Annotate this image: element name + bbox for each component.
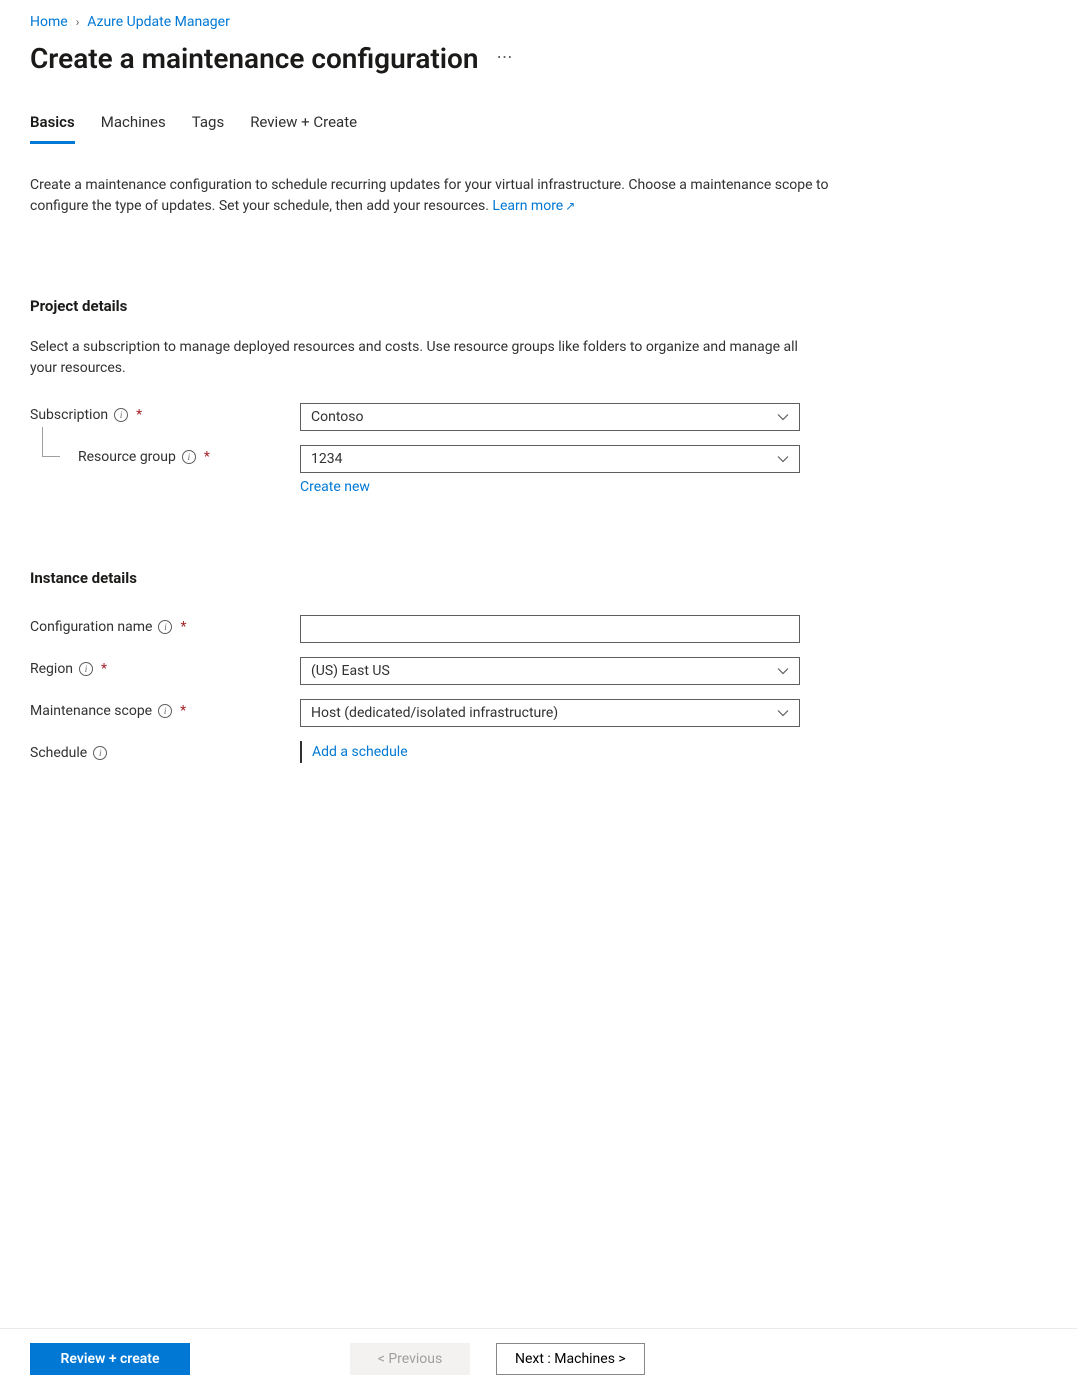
breadcrumb-home[interactable]: Home [30, 14, 68, 30]
maintenance-scope-select[interactable]: Host (dedicated/isolated infrastructure) [300, 699, 800, 727]
previous-button: < Previous [350, 1343, 470, 1375]
required-indicator: * [180, 619, 186, 635]
chevron-right-icon: › [76, 15, 80, 29]
region-label: Region i * [30, 657, 300, 677]
next-button[interactable]: Next : Machines > [496, 1343, 645, 1375]
learn-more-link[interactable]: Learn more↗ [492, 198, 575, 214]
required-indicator: * [204, 449, 210, 465]
resource-group-label: Resource group i * [30, 445, 300, 465]
maintenance-scope-label: Maintenance scope i * [30, 699, 300, 719]
tab-tags[interactable]: Tags [192, 113, 224, 144]
section-project-details: Project details Select a subscription to… [30, 297, 1047, 509]
subscription-select[interactable]: Contoso [300, 403, 800, 431]
breadcrumb: Home › Azure Update Manager [30, 14, 1047, 30]
tab-machines[interactable]: Machines [101, 113, 166, 144]
required-indicator: * [180, 703, 186, 719]
tab-basics[interactable]: Basics [30, 113, 75, 144]
required-indicator: * [136, 407, 142, 423]
project-details-title: Project details [30, 297, 1047, 315]
info-icon[interactable]: i [93, 746, 107, 760]
breadcrumb-parent[interactable]: Azure Update Manager [87, 14, 230, 30]
project-details-desc: Select a subscription to manage deployed… [30, 337, 810, 379]
footer: Review + create < Previous Next : Machin… [0, 1328, 1077, 1395]
create-new-link[interactable]: Create new [300, 479, 370, 495]
review-create-button[interactable]: Review + create [30, 1343, 190, 1375]
subscription-label: Subscription i * [30, 403, 300, 423]
tab-review[interactable]: Review + Create [250, 113, 357, 144]
chevron-down-icon [777, 667, 789, 675]
info-icon[interactable]: i [158, 620, 172, 634]
chevron-down-icon [777, 709, 789, 717]
schedule-label: Schedule i [30, 741, 300, 761]
resource-group-select[interactable]: 1234 [300, 445, 800, 473]
page-title: Create a maintenance configuration [30, 42, 479, 75]
tabs: Basics Machines Tags Review + Create [30, 113, 1047, 145]
intro-text: Create a maintenance configuration to sc… [30, 175, 830, 217]
region-select[interactable]: (US) East US [300, 657, 800, 685]
info-icon[interactable]: i [114, 408, 128, 422]
config-name-input[interactable] [300, 615, 800, 643]
info-icon[interactable]: i [79, 662, 93, 676]
required-indicator: * [101, 661, 107, 677]
config-name-label: Configuration name i * [30, 615, 300, 635]
instance-details-title: Instance details [30, 569, 1047, 587]
info-icon[interactable]: i [158, 704, 172, 718]
external-link-icon: ↗ [565, 197, 575, 215]
info-icon[interactable]: i [182, 450, 196, 464]
add-schedule-link[interactable]: Add a schedule [312, 744, 408, 760]
chevron-down-icon [777, 455, 789, 463]
more-icon[interactable]: ⋯ [497, 47, 515, 70]
section-instance-details: Instance details Configuration name i * … [30, 569, 1047, 783]
chevron-down-icon [777, 413, 789, 421]
